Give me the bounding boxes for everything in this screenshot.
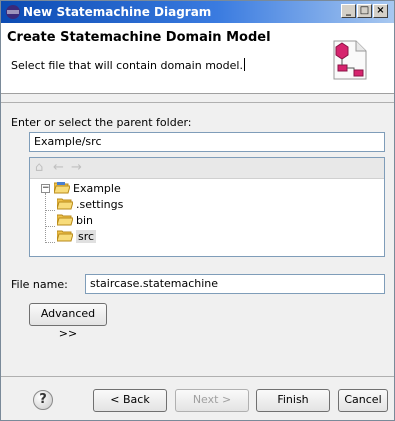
- folder-icon: [57, 214, 73, 226]
- back-button[interactable]: < Back: [93, 389, 167, 412]
- collapse-icon[interactable]: −: [41, 184, 50, 193]
- tree-guide: [45, 226, 55, 227]
- folder-icon: [57, 198, 73, 210]
- page-title: Create Statemachine Domain Model: [7, 30, 271, 45]
- tree-item-label: .settings: [76, 198, 124, 211]
- file-name-label: File name:: [11, 278, 68, 291]
- tree-guide: [45, 210, 55, 211]
- file-name-input[interactable]: staircase.statemachine: [85, 274, 385, 294]
- cancel-button[interactable]: Cancel: [338, 389, 388, 412]
- close-icon[interactable]: ×: [373, 4, 388, 18]
- tree-guide: [45, 242, 55, 243]
- tree-item-settings[interactable]: .settings: [57, 197, 123, 213]
- tree-item-label: Example: [73, 182, 121, 195]
- parent-folder-input[interactable]: Example/src: [29, 132, 385, 152]
- tree-item-example[interactable]: Example: [54, 181, 121, 197]
- tree-item-label: bin: [76, 214, 94, 227]
- title-bar[interactable]: New Statemachine Diagram _ □ ×: [1, 1, 394, 23]
- statemachine-wizard-icon: [333, 40, 367, 80]
- text-caret: [243, 58, 245, 71]
- eclipse-app-icon: [6, 5, 20, 19]
- window-controls: _ □ ×: [341, 4, 388, 18]
- maximize-icon[interactable]: □: [357, 4, 372, 18]
- advanced-button[interactable]: Advanced >>: [29, 303, 107, 340]
- folder-tree[interactable]: ⌂ ← → − Example .settings bin src: [29, 157, 385, 257]
- forward-arrow-icon[interactable]: →: [71, 160, 82, 175]
- tree-item-label: src: [76, 230, 97, 243]
- minimize-icon[interactable]: _: [341, 4, 356, 18]
- tree-item-src[interactable]: src: [57, 229, 97, 245]
- back-arrow-icon[interactable]: ←: [53, 160, 64, 175]
- parent-folder-label: Enter or select the parent folder:: [11, 116, 192, 129]
- separator: [1, 102, 394, 103]
- wizard-dialog: New Statemachine Diagram _ □ × Create St…: [0, 0, 395, 421]
- window-title: New Statemachine Diagram: [23, 5, 212, 19]
- tree-item-bin[interactable]: bin: [57, 213, 93, 229]
- folder-icon: [57, 230, 73, 242]
- wizard-banner: Create Statemachine Domain Model Select …: [1, 23, 394, 94]
- finish-button[interactable]: Finish: [256, 389, 330, 412]
- next-button[interactable]: Next >: [175, 389, 249, 412]
- tree-guide: [45, 193, 46, 243]
- page-description: Select file that will contain domain mod…: [11, 58, 245, 72]
- open-folder-icon: [54, 182, 70, 194]
- help-icon[interactable]: ?: [33, 390, 53, 410]
- home-icon[interactable]: ⌂: [35, 160, 43, 175]
- separator: [1, 376, 394, 377]
- tree-toolbar: ⌂ ← →: [30, 158, 384, 179]
